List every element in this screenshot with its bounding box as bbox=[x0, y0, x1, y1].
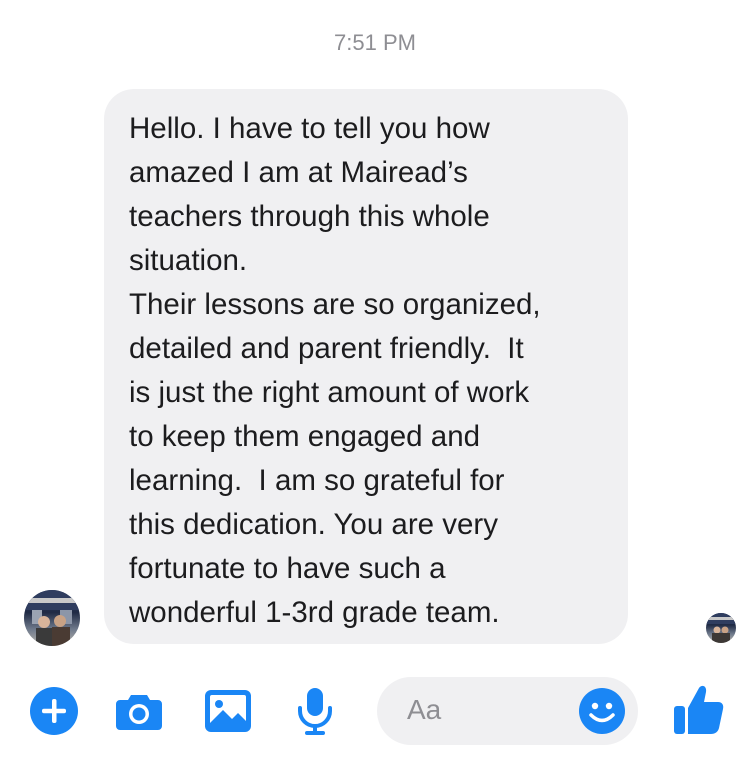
thumbs-up-icon[interactable] bbox=[672, 682, 726, 736]
message-input-placeholder: Aa bbox=[407, 694, 442, 725]
sender-avatar[interactable] bbox=[24, 590, 80, 646]
plus-icon[interactable] bbox=[29, 686, 79, 736]
microphone-icon[interactable] bbox=[290, 686, 340, 736]
camera-icon[interactable] bbox=[114, 686, 164, 736]
read-receipt-avatar bbox=[706, 613, 736, 643]
read-receipt-avatar-photo bbox=[706, 613, 736, 643]
received-message-bubble[interactable]: Hello. I have to tell you how amazed I a… bbox=[104, 89, 628, 644]
gallery-icon[interactable] bbox=[203, 686, 253, 736]
message-timestamp: 7:51 PM bbox=[334, 30, 416, 55]
sender-avatar-photo bbox=[24, 590, 80, 646]
emoji-icon[interactable] bbox=[578, 687, 626, 735]
message-text: Hello. I have to tell you how amazed I a… bbox=[129, 112, 541, 629]
message-input[interactable]: Aa bbox=[377, 677, 638, 745]
message-composer: Aa bbox=[0, 672, 750, 752]
